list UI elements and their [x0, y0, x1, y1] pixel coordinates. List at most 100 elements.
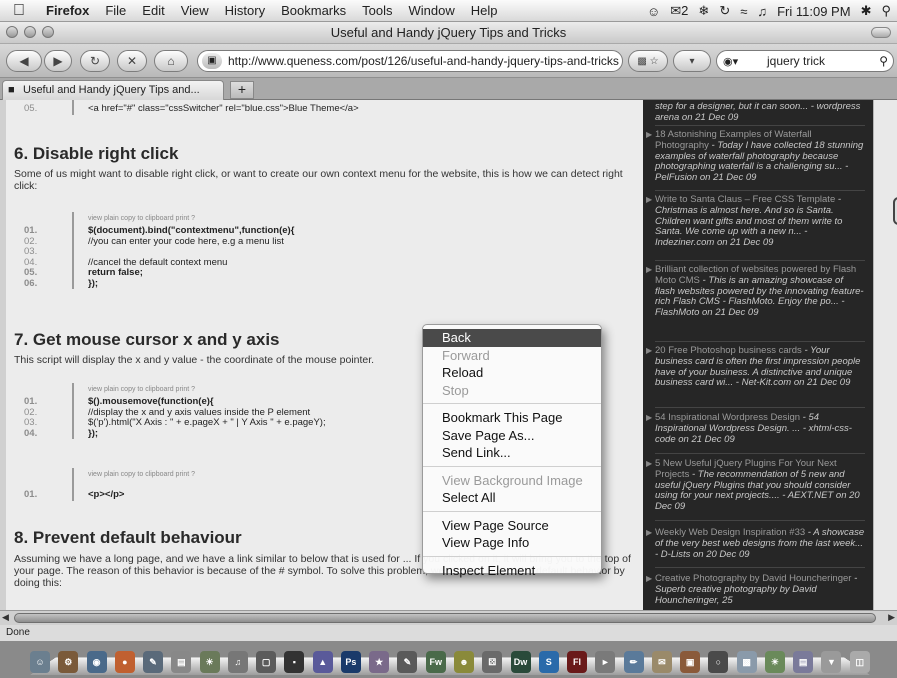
preview-icon[interactable]: ▢: [256, 651, 277, 673]
dreamweaver-icon[interactable]: Dw: [510, 651, 531, 673]
menu-item-forward[interactable]: Forward: [423, 347, 601, 365]
menu-edit[interactable]: Edit: [134, 0, 172, 22]
wifi-icon[interactable]: ≈: [740, 4, 747, 19]
finder-icon[interactable]: ☺: [30, 651, 50, 673]
sidebar-item-title[interactable]: Weekly Web Design Inspiration #33: [655, 527, 805, 538]
menu-item-stop[interactable]: Stop: [423, 382, 601, 400]
spotlight-icon[interactable]: ⚲: [881, 3, 891, 19]
menu-item-view-source[interactable]: View Page Source: [423, 517, 601, 535]
coda-icon[interactable]: ▲: [312, 651, 333, 673]
addon-button[interactable]: ▾: [673, 50, 711, 72]
menu-app-name[interactable]: Firefox: [38, 0, 97, 22]
menu-tools[interactable]: Tools: [354, 0, 400, 22]
downloads-stack-icon[interactable]: ▼: [821, 651, 842, 673]
search-engine-icon[interactable]: ◉▾: [723, 52, 738, 72]
new-tab-button[interactable]: +: [230, 81, 254, 99]
textmate-icon[interactable]: ✏: [623, 651, 644, 673]
iphoto-icon[interactable]: ☀: [199, 651, 220, 673]
transmit-icon[interactable]: ►: [595, 651, 616, 673]
system-prefs-icon[interactable]: ⚙: [58, 651, 79, 673]
mail-icon[interactable]: ✉2: [670, 3, 688, 19]
site-identity-icon[interactable]: ▣: [202, 53, 222, 69]
menu-view[interactable]: View: [173, 0, 217, 22]
menu-item-page-info[interactable]: View Page Info: [423, 534, 601, 552]
menu-item-select-all[interactable]: Select All: [423, 489, 601, 507]
user-status-icon[interactable]: ☺: [647, 4, 660, 19]
zoom-window-button[interactable]: [42, 26, 54, 38]
menu-item-bookmark[interactable]: Bookmark This Page: [423, 409, 601, 427]
mail-app-icon[interactable]: ✉: [651, 651, 672, 673]
vertical-scrollbar-area[interactable]: [873, 100, 897, 610]
scroll-thumb[interactable]: [893, 197, 897, 225]
dashboard-icon[interactable]: ○: [708, 651, 729, 673]
menu-help[interactable]: Help: [463, 0, 506, 22]
sidebar-item[interactable]: ▶ 5 New Useful jQuery Plugins For Your Ne…: [646, 458, 865, 513]
tab-active[interactable]: ■ Useful and Handy jQuery Tips and...: [2, 80, 224, 100]
menu-item-reload[interactable]: Reload: [423, 364, 601, 382]
menu-item-save-page[interactable]: Save Page As...: [423, 427, 601, 445]
menu-bookmarks[interactable]: Bookmarks: [273, 0, 354, 22]
illustrator-icon[interactable]: ★: [369, 651, 390, 673]
rss-bookmark-star[interactable]: ▩ ☆: [628, 50, 668, 72]
code-toolbar[interactable]: view plain copy to clipboard print ?: [74, 212, 622, 226]
minimize-window-button[interactable]: [24, 26, 36, 38]
home-button[interactable]: ⌂: [154, 50, 188, 72]
menu-item-view-background[interactable]: View Background Image: [423, 472, 601, 490]
applications-folder-icon[interactable]: ▩: [736, 651, 757, 673]
toolbar-toggle-button[interactable]: [871, 27, 891, 38]
scroll-right-icon[interactable]: ▶: [888, 612, 895, 623]
sidebar-item[interactable]: ▶ 54 Inspirational Wordpress Design - 54 …: [646, 412, 865, 445]
firefox-icon[interactable]: ●: [114, 651, 135, 673]
sidebar-item[interactable]: ▶ 18 Astonishing Examples of Waterfall Ph…: [646, 129, 865, 184]
itunes-icon[interactable]: ♫: [227, 651, 248, 673]
flash-icon[interactable]: Fl: [567, 651, 588, 673]
sidebar-item[interactable]: ▶ Write to Santa Claus – Free CSS Templat…: [646, 194, 865, 249]
fireworks-icon[interactable]: Fw: [425, 651, 446, 673]
sidebar-item[interactable]: ▶ Creative Photography by David Houncheri…: [646, 573, 865, 606]
volume-icon[interactable]: ♫: [757, 4, 767, 19]
menu-item-back[interactable]: Back: [423, 329, 601, 347]
clock[interactable]: Fri 11:09 PM: [777, 4, 850, 19]
menu-window[interactable]: Window: [401, 0, 463, 22]
pencil-app-icon[interactable]: ✎: [397, 651, 418, 673]
search-icon[interactable]: ⚲: [879, 51, 888, 71]
sidebar-item-title[interactable]: Creative Photography by David Houncherin…: [655, 573, 851, 584]
menu-item-inspect[interactable]: Inspect Element: [423, 562, 601, 580]
trash-icon[interactable]: ◫: [849, 651, 870, 673]
calendar-icon[interactable]: ▣: [680, 651, 701, 673]
sidebar-item-title[interactable]: 20 Free Photoshop business cards: [655, 345, 802, 356]
sidebar-item[interactable]: step for a designer, but it can soon... …: [655, 101, 865, 124]
time-machine-icon[interactable]: ↻: [719, 3, 730, 19]
safari-icon[interactable]: ◉: [86, 651, 107, 673]
sidebar-item-title[interactable]: 54 Inspirational Wordpress Design: [655, 412, 800, 423]
photo-booth-icon[interactable]: ☀: [764, 651, 785, 673]
ichat-icon[interactable]: ✎: [143, 651, 164, 673]
adium-icon[interactable]: ☻: [453, 651, 474, 673]
menu-item-send-link[interactable]: Send Link...: [423, 444, 601, 462]
documents-stack-icon[interactable]: ▤: [793, 651, 814, 673]
reload-button[interactable]: ↻: [80, 50, 110, 72]
forward-button[interactable]: ▶: [44, 50, 72, 72]
menu-history[interactable]: History: [217, 0, 273, 22]
horizontal-scroll-thumb[interactable]: [14, 613, 876, 623]
apple-menu-icon[interactable]: : [0, 2, 38, 20]
cyberduck-icon[interactable]: ⚄: [482, 651, 503, 673]
horizontal-scrollbar[interactable]: ◀ ▶: [0, 610, 897, 625]
url-bar[interactable]: ▣ http://www.queness.com/post/126/useful…: [197, 50, 623, 72]
scroll-left-icon[interactable]: ◀: [2, 612, 9, 623]
search-input[interactable]: ◉▾ jquery trick ⚲: [716, 50, 894, 72]
sidebar-item[interactable]: ▶ Brilliant collection of websites powere…: [646, 264, 865, 319]
sidebar-item[interactable]: ▶ 20 Free Photoshop business cards - Your…: [646, 345, 865, 389]
skype-icon[interactable]: S: [538, 651, 559, 673]
sidebar-item[interactable]: ▶ Weekly Web Design Inspiration #33 - A s…: [646, 527, 865, 560]
sidebar-item-title[interactable]: Write to Santa Claus – Free CSS Template: [655, 194, 835, 205]
terminal-icon[interactable]: ▪: [284, 651, 305, 673]
back-button[interactable]: ◀: [6, 50, 42, 72]
close-window-button[interactable]: [6, 26, 18, 38]
bluetooth-icon[interactable]: ✱: [861, 3, 872, 19]
growl-icon[interactable]: ❄: [698, 3, 709, 19]
photoshop-icon[interactable]: Ps: [340, 651, 361, 673]
stop-button[interactable]: ✕: [117, 50, 147, 72]
address-book-icon[interactable]: ▤: [171, 651, 192, 673]
menu-file[interactable]: File: [97, 0, 134, 22]
